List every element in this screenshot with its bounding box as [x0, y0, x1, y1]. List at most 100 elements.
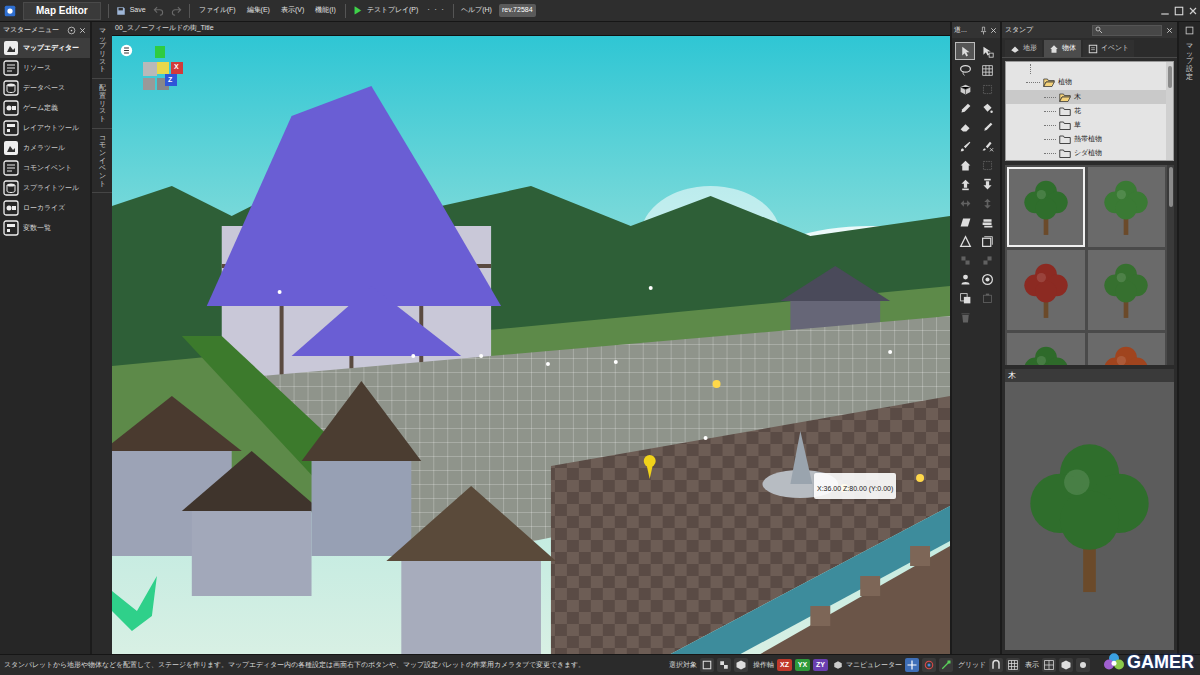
- tool-button[interactable]: [955, 213, 975, 231]
- menu-item[interactable]: ファイル(F): [197, 5, 238, 16]
- tool-button[interactable]: [977, 99, 997, 117]
- tree-thumbnail-icon: [1015, 342, 1077, 365]
- watermark-label: GAMER: [1127, 653, 1194, 671]
- stamp-tab-label: 地形: [1023, 43, 1037, 54]
- tree-line: [1044, 125, 1056, 126]
- menu-item[interactable]: 編集(E): [245, 5, 272, 16]
- map-settings-strip: マップ設定: [1179, 22, 1200, 654]
- map-tab-label[interactable]: 00_スノーフィールドの街_Title: [115, 23, 214, 34]
- window-controls: [1158, 0, 1200, 21]
- stamp-thumbnail[interactable]: [1088, 167, 1166, 247]
- axis-button-label: ZY: [816, 660, 825, 671]
- view-gizmo[interactable]: XZ: [120, 44, 187, 96]
- master-menu-item[interactable]: ローカライズ: [0, 198, 90, 218]
- stamp-tab[interactable]: イベント: [1083, 40, 1134, 57]
- master-menu-item[interactable]: コモンイベント: [0, 158, 90, 178]
- stamp-tab-label: 物体: [1062, 43, 1076, 54]
- tree-item[interactable]: シダ植物: [1006, 146, 1166, 160]
- panel-title: マスターメニュー: [3, 25, 59, 36]
- master-menu-item[interactable]: カメラツール: [0, 138, 90, 158]
- tree-thumbnail-icon: [1095, 342, 1157, 365]
- master-menu-item[interactable]: レイアウトツール: [0, 118, 90, 138]
- search-icon: [1095, 26, 1103, 34]
- minimize-icon: [1158, 0, 1172, 21]
- map-settings-tab[interactable]: マップ設定: [1186, 39, 1193, 83]
- side-tab-label: 配置リスト: [99, 84, 106, 122]
- display-object-icon: [1059, 658, 1073, 672]
- tool-icon: [959, 273, 972, 286]
- master-menu-item[interactable]: データベース: [0, 78, 90, 98]
- master-menu-label: ゲーム定義: [23, 103, 58, 114]
- master-menu-item[interactable]: 変数一覧: [0, 218, 90, 238]
- tool-button[interactable]: [955, 137, 975, 155]
- tool-button[interactable]: [955, 99, 975, 117]
- tool-icon: [981, 121, 994, 134]
- master-menu-item[interactable]: ゲーム定義: [0, 98, 90, 118]
- tool-button[interactable]: [955, 175, 975, 193]
- tool-button[interactable]: [977, 232, 997, 250]
- tool-button[interactable]: [955, 61, 975, 79]
- grid-label: グリッド: [958, 660, 986, 671]
- tool-button[interactable]: [977, 118, 997, 136]
- stamp-thumbnail[interactable]: [1088, 333, 1166, 365]
- tool-icon: [981, 254, 994, 267]
- move-icon: [905, 658, 919, 672]
- axis-button[interactable]: ZY: [813, 659, 828, 671]
- tool-icon: [959, 197, 972, 210]
- master-menu-item[interactable]: リソース: [0, 58, 90, 78]
- tool-icon: [981, 140, 994, 153]
- tool-button[interactable]: [977, 213, 997, 231]
- tree-item[interactable]: 木: [1006, 90, 1166, 104]
- tool-button[interactable]: [955, 80, 975, 98]
- scrollbar-thumb[interactable]: [1168, 66, 1172, 88]
- help-menu[interactable]: ヘルプ(H): [461, 5, 492, 16]
- axis-label: 操作軸: [753, 660, 774, 671]
- separator: [189, 4, 190, 18]
- tree-item[interactable]: 花: [1006, 104, 1166, 118]
- tool-button[interactable]: [977, 270, 997, 288]
- watermark: GAMER: [1104, 652, 1194, 672]
- save-button[interactable]: Save: [116, 5, 146, 16]
- play-icon: ▶: [353, 3, 363, 18]
- stamp-thumbnail[interactable]: [1007, 250, 1085, 330]
- menu-item[interactable]: 機能(I): [313, 5, 338, 16]
- axis-button[interactable]: YX: [795, 659, 810, 671]
- tool-button[interactable]: [955, 270, 975, 288]
- more-button[interactable]: ・・・: [425, 5, 446, 16]
- tool-button[interactable]: [955, 289, 975, 307]
- scene-view[interactable]: XZX:36.00 Z:80.00 (Y:0.00): [112, 36, 950, 654]
- stamp-thumbnail[interactable]: [1007, 333, 1085, 365]
- tool-button[interactable]: [955, 232, 975, 250]
- test-play-button[interactable]: ▶テストプレイ(P): [353, 3, 418, 18]
- scene-image: [112, 36, 950, 654]
- side-tab[interactable]: 配置リスト: [92, 79, 112, 128]
- search-field[interactable]: [1092, 25, 1162, 36]
- axis-button[interactable]: XZ: [777, 659, 792, 671]
- tree-thumbnail-icon: [1015, 259, 1077, 321]
- tool-button[interactable]: [955, 42, 975, 60]
- window-title: Map Editor: [36, 3, 88, 18]
- master-menu-item[interactable]: マップエディター: [0, 38, 90, 58]
- side-tab[interactable]: コモンイベント: [92, 129, 112, 194]
- tool-button[interactable]: [977, 42, 997, 60]
- menu-item[interactable]: 表示(V): [279, 5, 306, 16]
- tool-button[interactable]: [977, 137, 997, 155]
- master-menu-item[interactable]: スプライトツール: [0, 178, 90, 198]
- tool-icon: [981, 197, 994, 210]
- scrollbar-thumb[interactable]: [1169, 167, 1173, 207]
- tool-button[interactable]: [977, 175, 997, 193]
- side-tab[interactable]: マップリスト: [92, 22, 112, 79]
- tree-item[interactable]: 植物: [1006, 74, 1166, 90]
- tool-button[interactable]: [977, 61, 997, 79]
- stamp-thumbnail[interactable]: [1088, 250, 1166, 330]
- stamp-tab[interactable]: 物体: [1044, 40, 1081, 57]
- tool-icon: [959, 102, 972, 115]
- stamp-thumbnail[interactable]: [1007, 167, 1085, 247]
- app-window: Map Editor Save ファイル(F) 編集(E) 表示(V) 機能(I) ▶テスト…: [0, 0, 1200, 675]
- tool-button[interactable]: [955, 156, 975, 174]
- tool-button[interactable]: [955, 118, 975, 136]
- display-label: 表示: [1025, 660, 1039, 671]
- tree-item[interactable]: 草: [1006, 118, 1166, 132]
- tree-item[interactable]: 熱帯植物: [1006, 132, 1166, 146]
- stamp-tab[interactable]: 地形: [1005, 40, 1042, 57]
